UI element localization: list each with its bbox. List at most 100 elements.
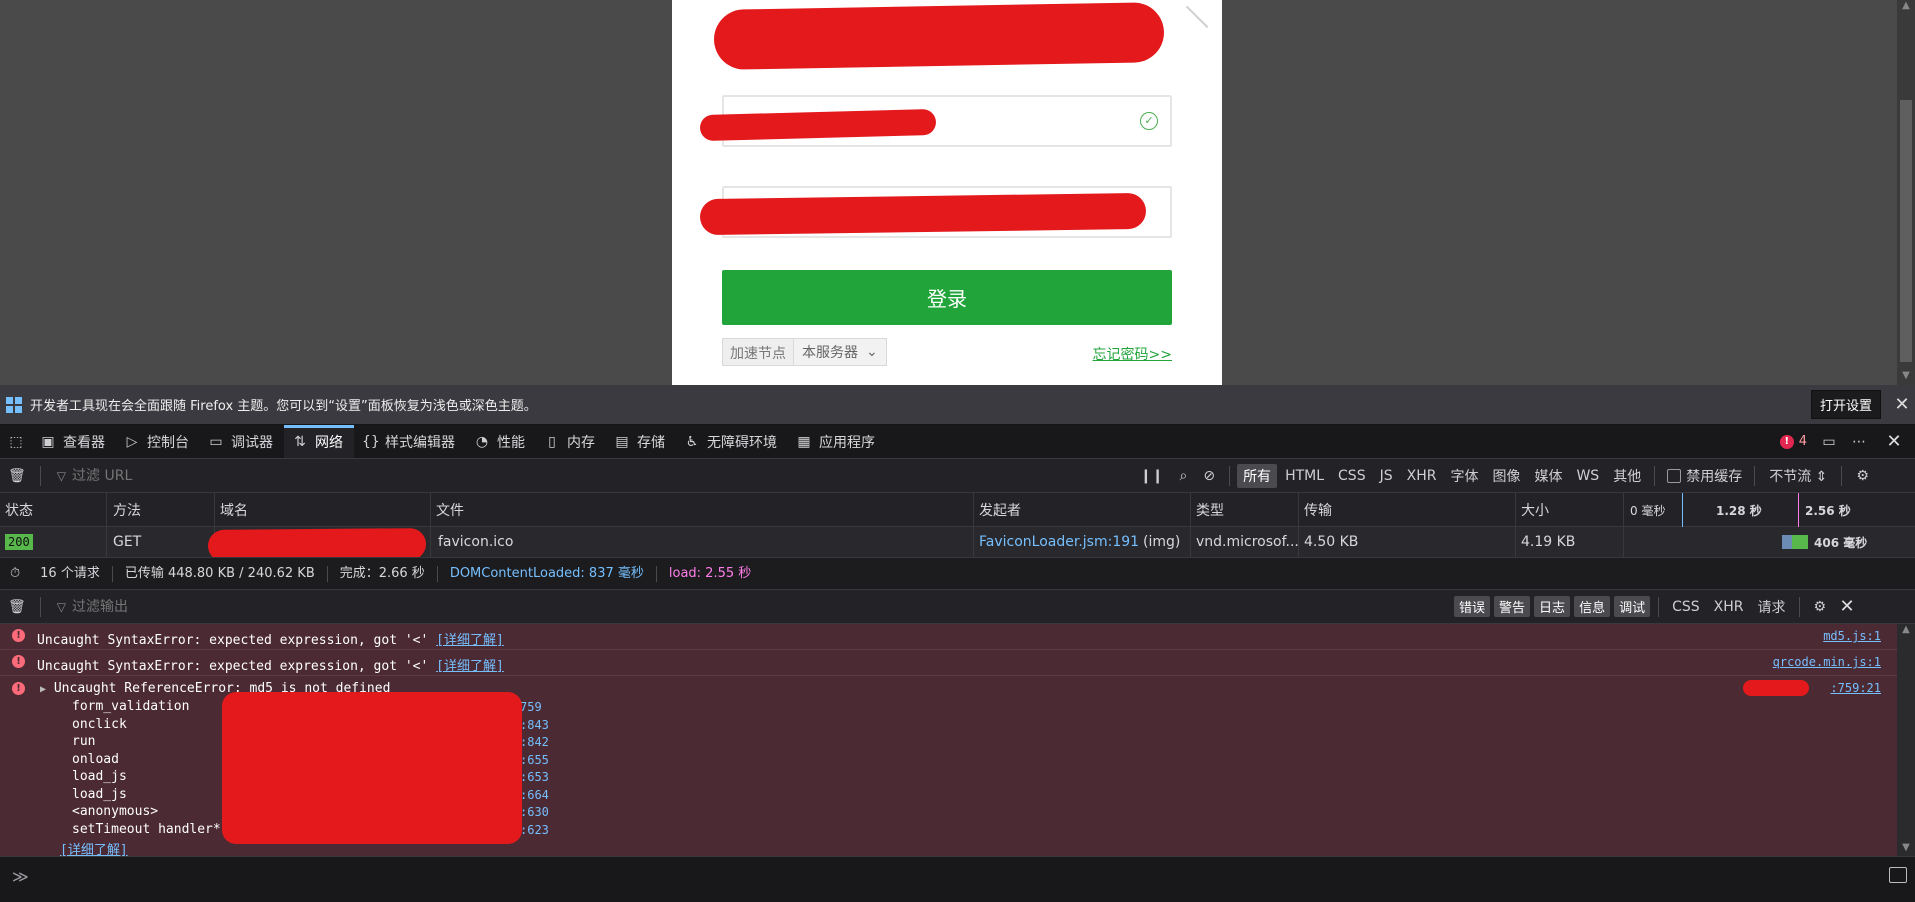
redacted-stack-locations — [222, 692, 522, 844]
filter-media[interactable]: 媒体 — [1528, 464, 1568, 488]
tab-console[interactable]: ▷ 控制台 — [116, 425, 200, 458]
console-scrollbar[interactable]: ▲ ▼ — [1897, 624, 1915, 856]
filter-xhr[interactable]: XHR — [1401, 466, 1443, 486]
tab-inspector[interactable]: ▣ 查看器 — [32, 425, 116, 458]
network-summary: ⏱ 16 个请求 已传输 448.80 KB / 240.62 KB 完成：2.… — [0, 557, 1915, 590]
tab-performance[interactable]: ◔ 性能 — [466, 425, 536, 458]
message-source-link[interactable]: :759:21 — [1830, 681, 1881, 695]
console-input[interactable]: ≫ — [0, 856, 1915, 902]
close-split-console-icon[interactable]: ✕ — [1834, 596, 1860, 617]
tab-network[interactable]: ⇅ 网络 — [284, 425, 354, 458]
error-count-badge[interactable]: ! 4 — [1779, 434, 1807, 449]
stack-frame-location[interactable]: :843 — [520, 718, 549, 732]
responsive-design-icon[interactable]: ▭ — [1821, 434, 1837, 450]
stack-frame-location[interactable]: :664 — [520, 788, 549, 802]
filter-all[interactable]: 所有 — [1237, 463, 1278, 488]
expand-arrow-icon[interactable]: ▶ — [40, 684, 46, 695]
console-filter-input[interactable] — [72, 598, 1453, 615]
message-source-link[interactable]: qrcode.min.js:1 — [1773, 655, 1881, 669]
tab-style-editor[interactable]: {} 样式编辑器 — [354, 425, 466, 458]
error-icon: ! — [12, 655, 25, 668]
forgot-password-link[interactable]: 忘记密码>> — [1093, 344, 1172, 364]
gift-icon — [6, 396, 22, 413]
url-filter-input[interactable] — [72, 467, 1133, 484]
console-message-expandable[interactable]: ! ▶ Uncaught ReferenceError: md5 is not … — [0, 676, 1897, 856]
tab-label: 无障碍环境 — [707, 434, 777, 451]
filter-images[interactable]: 图像 — [1486, 464, 1526, 488]
open-settings-button[interactable]: 打开设置 — [1810, 390, 1881, 419]
stack-frame-location[interactable]: :653 — [520, 770, 549, 784]
element-picker-icon[interactable]: ⬚ — [0, 425, 32, 458]
scroll-down-icon[interactable]: ▼ — [1897, 842, 1915, 856]
summary-dom-content-loaded: DOMContentLoaded: 837 毫秒 — [438, 565, 657, 582]
stack-frame-location[interactable]: 759 — [520, 700, 542, 714]
filter-fonts[interactable]: 字体 — [1444, 464, 1484, 488]
col-status[interactable]: 状态 — [0, 493, 107, 526]
level-logs[interactable]: 日志 — [1534, 596, 1571, 617]
initiator-link[interactable]: FaviconLoader.jsm:191 — [979, 534, 1139, 550]
filter-css[interactable]: CSS — [1332, 466, 1372, 486]
block-icon[interactable]: ⊘ — [1195, 468, 1223, 484]
disable-cache-checkbox[interactable]: 禁用缓存 — [1661, 466, 1748, 486]
col-method[interactable]: 方法 — [107, 493, 215, 526]
node-select-value[interactable]: 本服务器 ⌄ — [794, 339, 886, 365]
col-domain[interactable]: 域名 — [215, 493, 431, 526]
filter-requests-messages[interactable]: 请求 — [1751, 597, 1793, 617]
level-errors[interactable]: 错误 — [1454, 596, 1491, 617]
filter-css-messages[interactable]: CSS — [1665, 599, 1707, 615]
col-type[interactable]: 类型 — [1191, 493, 1299, 526]
trash-icon[interactable]: 🗑 — [0, 468, 34, 484]
tab-application[interactable]: ▦ 应用程序 — [788, 425, 886, 458]
stack-frame-location[interactable]: :623 — [520, 823, 549, 837]
throttle-select[interactable]: 不节流 ⇕ — [1761, 466, 1835, 486]
col-size[interactable]: 大小 — [1516, 493, 1624, 526]
close-notification-icon[interactable]: ✕ — [1889, 394, 1915, 415]
scroll-up-icon[interactable]: ▲ — [1897, 0, 1915, 14]
col-file[interactable]: 文件 — [431, 493, 974, 526]
filter-ws[interactable]: WS — [1570, 466, 1605, 486]
tab-label: 性能 — [497, 434, 525, 451]
search-icon[interactable]: ⌕ — [1171, 468, 1195, 484]
gauge-icon: ◔ — [475, 433, 489, 450]
page-scrollbar-thumb[interactable] — [1900, 100, 1912, 362]
filter-xhr-messages[interactable]: XHR — [1707, 599, 1751, 615]
stopwatch-icon[interactable]: ⏱ — [0, 566, 28, 581]
stack-frame-location[interactable]: :842 — [520, 735, 549, 749]
stack-frame-location[interactable]: :630 — [520, 805, 549, 819]
trash-icon[interactable]: 🗑 — [0, 599, 34, 615]
tab-debugger[interactable]: ▭ 调试器 — [200, 425, 284, 458]
acceleration-node-select[interactable]: 加速节点 本服务器 ⌄ — [722, 338, 887, 366]
editor-mode-icon[interactable] — [1889, 867, 1907, 883]
learn-more-link[interactable]: [详细了解] — [436, 659, 504, 674]
learn-more-link[interactable]: [详细了解] — [436, 633, 504, 648]
level-info[interactable]: 信息 — [1574, 596, 1611, 617]
console-message[interactable]: ! Uncaught SyntaxError: expected express… — [0, 624, 1897, 650]
close-devtools-icon[interactable]: ✕ — [1881, 431, 1907, 452]
learn-more-link[interactable]: [详细了解] — [60, 839, 128, 856]
tab-memory[interactable]: ▯ 内存 — [536, 425, 606, 458]
tab-accessibility[interactable]: ♿ 无障碍环境 — [676, 425, 788, 458]
filter-icon: ▽ — [56, 468, 67, 483]
login-button[interactable]: 登录 — [722, 270, 1172, 325]
scroll-down-icon[interactable]: ▼ — [1897, 370, 1915, 384]
message-source-link[interactable]: md5.js:1 — [1823, 629, 1881, 643]
col-transferred[interactable]: 传输 — [1299, 493, 1516, 526]
gear-icon[interactable]: ⚙ — [1848, 468, 1877, 484]
status-badge: 200 — [5, 534, 33, 550]
stack-frame-function: load_js — [72, 787, 127, 802]
page-scrollbar[interactable]: ▲ ▼ — [1897, 0, 1915, 385]
pause-icon[interactable]: ❙❙ — [1132, 468, 1171, 484]
table-row[interactable]: 200 GET favicon.ico FaviconLoader.jsm:19… — [0, 527, 1915, 562]
filter-html[interactable]: HTML — [1279, 466, 1330, 486]
filter-js[interactable]: JS — [1374, 466, 1399, 486]
scroll-up-icon[interactable]: ▲ — [1897, 624, 1915, 638]
level-warnings[interactable]: 警告 — [1494, 596, 1531, 617]
gear-icon[interactable]: ⚙ — [1806, 599, 1835, 615]
level-debug[interactable]: 调试 — [1614, 596, 1651, 617]
more-options-icon[interactable]: ⋯ — [1851, 434, 1867, 450]
col-initiator[interactable]: 发起者 — [974, 493, 1191, 526]
tab-storage[interactable]: ▤ 存储 — [606, 425, 676, 458]
filter-other[interactable]: 其他 — [1607, 464, 1647, 488]
console-message[interactable]: ! Uncaught SyntaxError: expected express… — [0, 650, 1897, 676]
stack-frame-location[interactable]: :655 — [520, 753, 549, 767]
